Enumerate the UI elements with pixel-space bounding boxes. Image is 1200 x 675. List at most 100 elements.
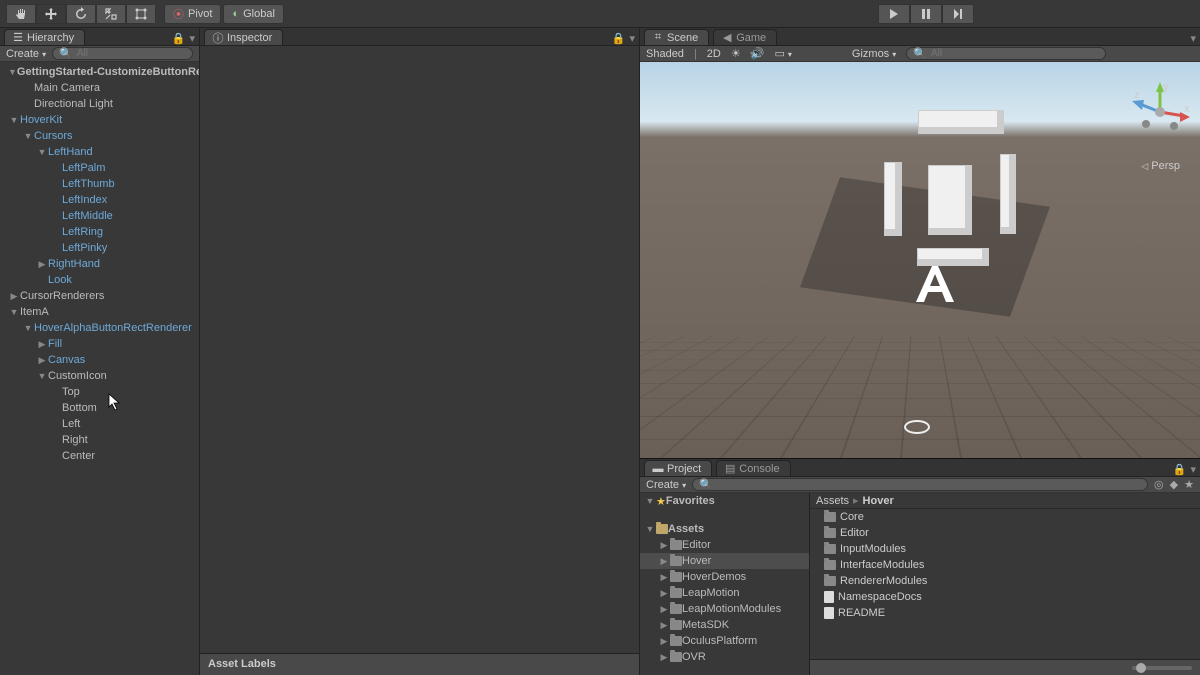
- project-tree-item[interactable]: ▶ OVR: [640, 649, 809, 665]
- hierarchy-item[interactable]: Left: [0, 416, 199, 432]
- hierarchy-item[interactable]: LeftMiddle: [0, 208, 199, 224]
- arrow-right-icon[interactable]: ▶: [8, 290, 20, 302]
- persp-label[interactable]: ◁ Persp: [1141, 160, 1180, 172]
- hierarchy-item[interactable]: LeftPinky: [0, 240, 199, 256]
- hierarchy-item[interactable]: ▼LeftHand: [0, 144, 199, 160]
- thumbnail-size-slider[interactable]: [1132, 666, 1192, 670]
- project-tree-item[interactable]: ▶ MetaSDK: [640, 617, 809, 633]
- hierarchy-item[interactable]: Main Camera: [0, 80, 199, 96]
- hierarchy-item[interactable]: ▼ItemA: [0, 304, 199, 320]
- hierarchy-item[interactable]: ▶RightHand: [0, 256, 199, 272]
- arrow-down-icon[interactable]: ▼: [36, 146, 48, 158]
- arrow-right-icon[interactable]: ▶: [658, 603, 670, 615]
- hierarchy-item[interactable]: ▶Canvas: [0, 352, 199, 368]
- asset-labels-header[interactable]: Asset Labels: [200, 653, 639, 675]
- lock-icon[interactable]: 🔒: [172, 32, 186, 45]
- scene-search-input[interactable]: [931, 48, 1099, 59]
- arrow-down-icon[interactable]: ▼: [8, 114, 20, 126]
- arrow-right-icon[interactable]: ▶: [658, 635, 670, 647]
- game-tab[interactable]: ◀ Game: [713, 29, 777, 45]
- hierarchy-item[interactable]: LeftRing: [0, 224, 199, 240]
- project-breadcrumb[interactable]: Assets ▸ Hover: [810, 493, 1200, 509]
- hierarchy-item[interactable]: Right: [0, 432, 199, 448]
- hierarchy-search-input[interactable]: [77, 48, 186, 59]
- arrow-down-icon[interactable]: ▼: [8, 66, 17, 78]
- hierarchy-item[interactable]: LeftIndex: [0, 192, 199, 208]
- project-asset-item[interactable]: Core: [810, 509, 1200, 525]
- hierarchy-item[interactable]: ▼CustomIcon: [0, 368, 199, 384]
- draw-mode-dropdown[interactable]: Shaded: [646, 48, 684, 60]
- arrow-down-icon[interactable]: ▼: [644, 495, 656, 507]
- project-search[interactable]: 🔍: [692, 478, 1148, 491]
- create-dropdown[interactable]: Create ▾: [6, 48, 46, 60]
- arrow-down-icon[interactable]: ▼: [22, 322, 34, 334]
- hierarchy-item[interactable]: ▼HoverKit: [0, 112, 199, 128]
- lock-icon[interactable]: 🔒: [612, 32, 626, 45]
- panel-menu-icon[interactable]: ▾: [1190, 32, 1196, 45]
- play-button[interactable]: [878, 4, 910, 24]
- project-folder-tree[interactable]: ▼★ Favorites▼ Assets▶ Editor▶ Hover▶ Hov…: [640, 493, 810, 675]
- hierarchy-item[interactable]: Bottom: [0, 400, 199, 416]
- arrow-right-icon[interactable]: ▶: [36, 258, 48, 270]
- fx-toggle[interactable]: ▭ ▾: [774, 47, 791, 60]
- project-tree-item[interactable]: ▶ Hover: [640, 553, 809, 569]
- move-tool[interactable]: [36, 4, 66, 24]
- scale-tool[interactable]: [96, 4, 126, 24]
- arrow-down-icon[interactable]: ▼: [8, 306, 20, 318]
- scene-object-center[interactable]: [928, 165, 972, 235]
- scene-object-top[interactable]: [918, 110, 1004, 134]
- step-button[interactable]: [942, 4, 974, 24]
- hierarchy-item[interactable]: ▶CursorRenderers: [0, 288, 199, 304]
- hierarchy-search[interactable]: 🔍: [52, 47, 193, 60]
- panel-menu-icon[interactable]: ▾: [189, 32, 195, 45]
- project-create-dropdown[interactable]: Create ▾: [646, 479, 686, 491]
- project-search-input[interactable]: [717, 479, 1141, 490]
- arrow-down-icon[interactable]: ▼: [644, 523, 656, 535]
- project-asset-item[interactable]: RendererModules: [810, 573, 1200, 589]
- rotate-tool[interactable]: [66, 4, 96, 24]
- global-toggle[interactable]: ◐ Global: [223, 4, 283, 24]
- console-tab[interactable]: ▤ Console: [716, 460, 790, 476]
- scene-object-left[interactable]: [884, 162, 902, 236]
- arrow-right-icon[interactable]: ▶: [658, 651, 670, 663]
- panel-menu-icon[interactable]: ▾: [629, 32, 635, 45]
- project-asset-item[interactable]: InterfaceModules: [810, 557, 1200, 573]
- hierarchy-item[interactable]: Top: [0, 384, 199, 400]
- 2d-toggle[interactable]: 2D: [707, 48, 721, 60]
- project-tree-item[interactable]: ▶ LeapMotion: [640, 585, 809, 601]
- lock-icon[interactable]: 🔒: [1173, 463, 1187, 476]
- project-tree-item[interactable]: ▶ LeapMotionModules: [640, 601, 809, 617]
- hierarchy-item[interactable]: ▶Fill: [0, 336, 199, 352]
- filter-icon[interactable]: ◎: [1154, 478, 1164, 491]
- arrow-right-icon[interactable]: ▶: [658, 587, 670, 599]
- panel-menu-icon[interactable]: ▾: [1190, 463, 1196, 476]
- project-favorites[interactable]: ▼★ Favorites: [640, 493, 809, 509]
- pause-button[interactable]: [910, 4, 942, 24]
- project-asset-item[interactable]: NamespaceDocs: [810, 589, 1200, 605]
- inspector-tab[interactable]: ⓘ Inspector: [204, 29, 283, 45]
- hierarchy-item[interactable]: LeftPalm: [0, 160, 199, 176]
- breadcrumb-current[interactable]: Hover: [863, 495, 894, 507]
- hierarchy-item[interactable]: ▼Cursors: [0, 128, 199, 144]
- pivot-toggle[interactable]: ⦿ Pivot: [164, 4, 221, 24]
- project-asset-item[interactable]: Editor: [810, 525, 1200, 541]
- arrow-right-icon[interactable]: ▶: [658, 571, 670, 583]
- hierarchy-item[interactable]: Directional Light: [0, 96, 199, 112]
- arrow-down-icon[interactable]: ▼: [36, 370, 48, 382]
- save-search-icon[interactable]: ★: [1184, 478, 1194, 491]
- lighting-toggle[interactable]: ☀: [731, 47, 741, 60]
- gizmos-dropdown[interactable]: Gizmos ▾: [852, 48, 896, 60]
- rect-tool[interactable]: [126, 4, 156, 24]
- project-asset-item[interactable]: InputModules: [810, 541, 1200, 557]
- project-tree-item[interactable]: ▶ OculusPlatform: [640, 633, 809, 649]
- breadcrumb-root[interactable]: Assets: [816, 495, 849, 507]
- hierarchy-item[interactable]: LeftThumb: [0, 176, 199, 192]
- project-asset-item[interactable]: README: [810, 605, 1200, 621]
- project-tree-item[interactable]: ▶ HoverDemos: [640, 569, 809, 585]
- filter-icon-2[interactable]: ◆: [1170, 478, 1178, 491]
- hierarchy-item[interactable]: Center: [0, 448, 199, 464]
- hierarchy-tree[interactable]: ▼GettingStarted-CustomizeButtonRendererM…: [0, 62, 199, 675]
- hierarchy-item[interactable]: Look: [0, 272, 199, 288]
- scene-object-right[interactable]: [1000, 154, 1016, 234]
- arrow-right-icon[interactable]: ▶: [658, 555, 670, 567]
